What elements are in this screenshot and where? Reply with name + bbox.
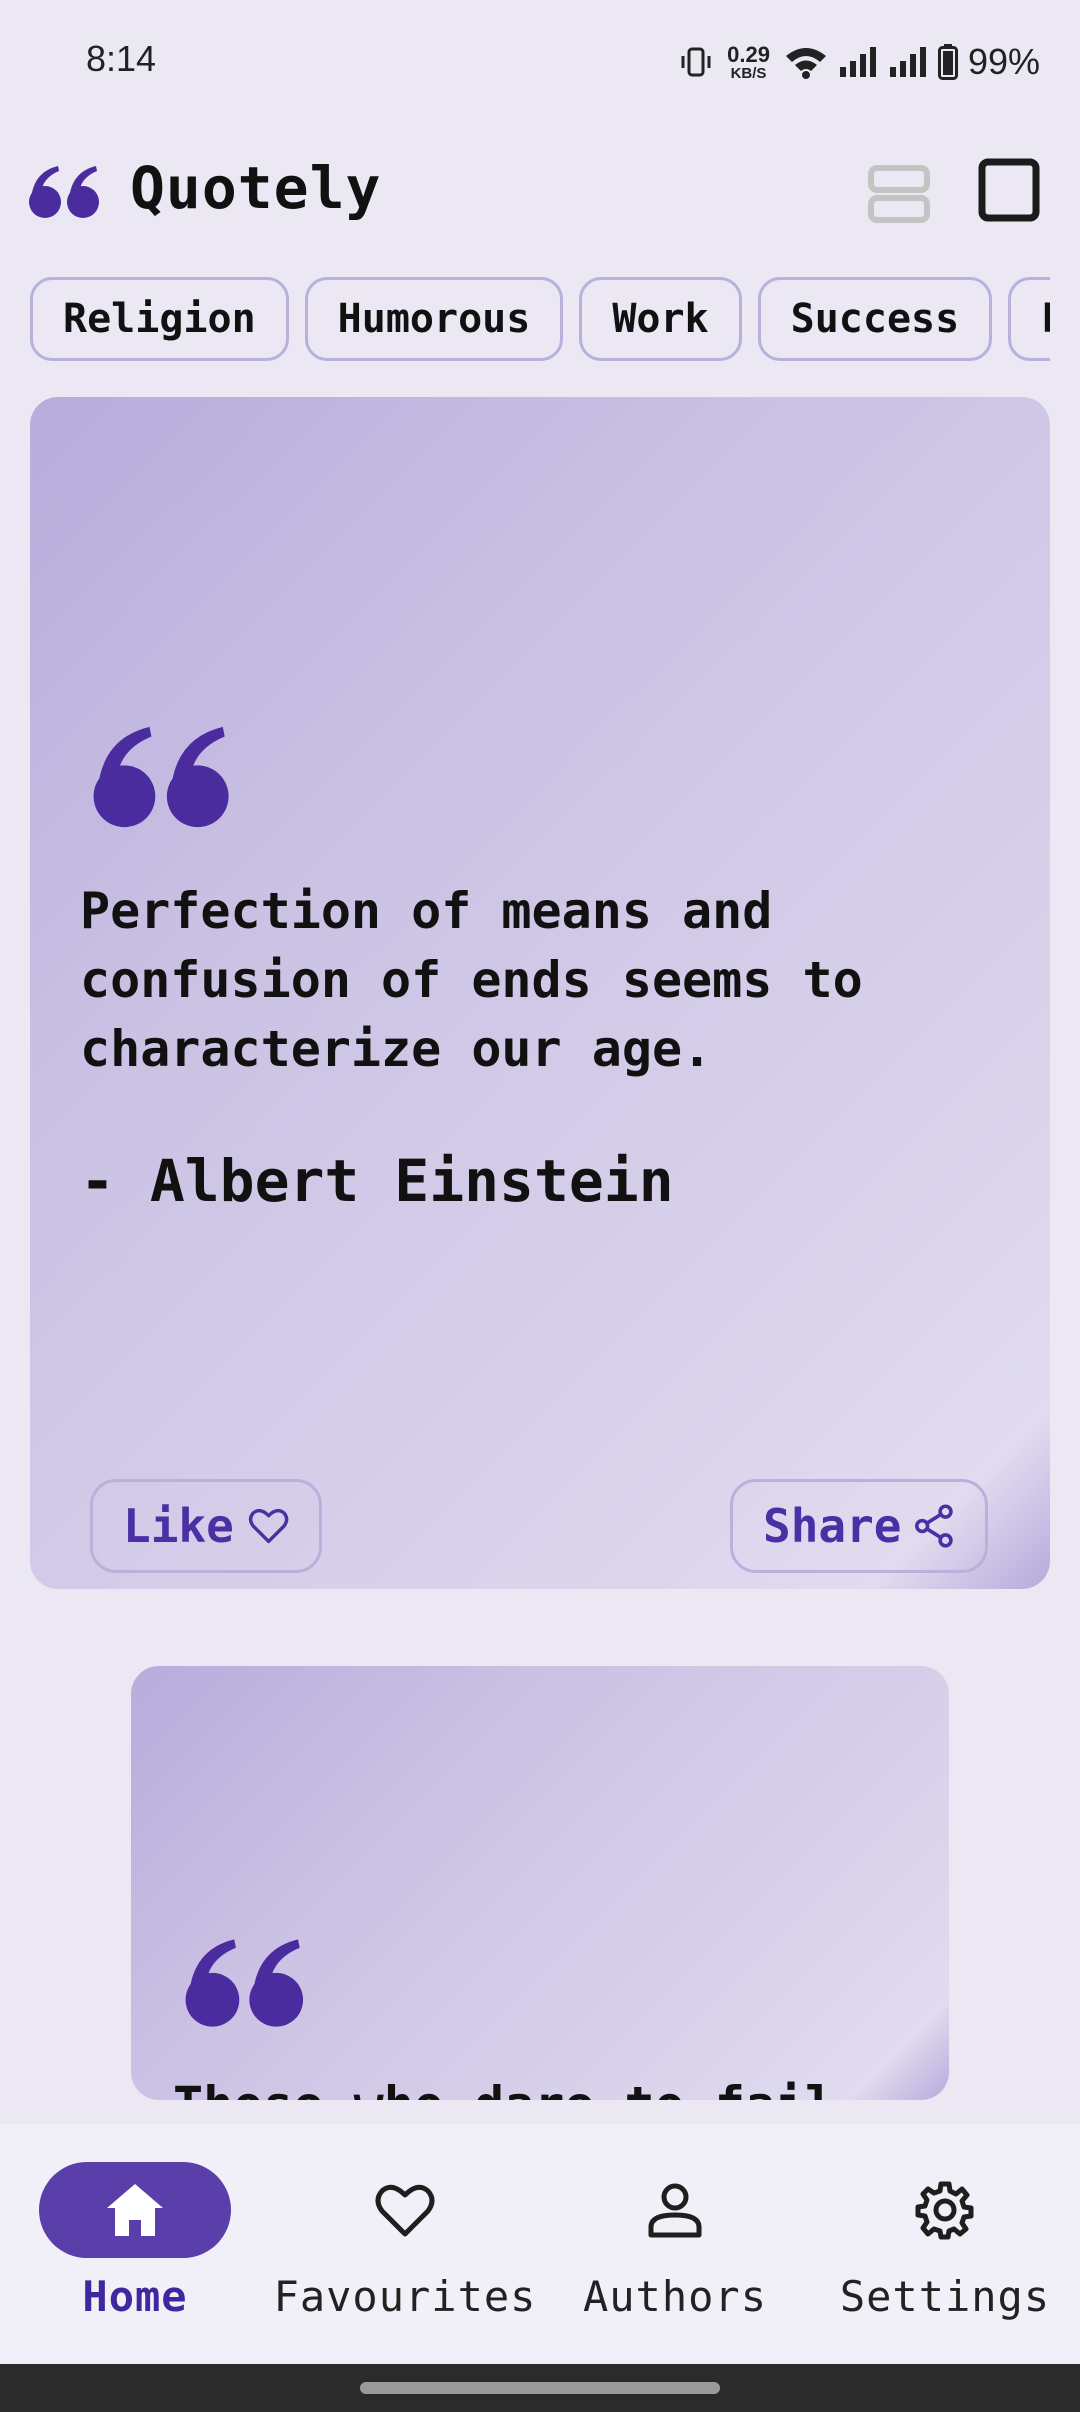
battery-icon — [937, 44, 958, 80]
like-label: Like — [123, 1499, 234, 1553]
battery-percentage: 99% — [967, 41, 1040, 82]
list-view-icon — [868, 165, 930, 223]
share-icon — [915, 1504, 954, 1548]
gear-icon — [915, 2181, 974, 2240]
card-view-button[interactable] — [978, 158, 1042, 222]
heart-icon — [375, 2184, 435, 2237]
nav-favourites[interactable]: Favourites — [270, 2162, 540, 2321]
list-view-button[interactable] — [866, 160, 934, 228]
nav-settings-label: Settings — [839, 2272, 1051, 2321]
gesture-handle[interactable] — [360, 2382, 720, 2394]
vibrate-icon — [681, 47, 711, 77]
share-label: Share — [763, 1499, 902, 1553]
card-view-icon — [978, 158, 1040, 222]
system-gesture-area — [0, 2364, 1080, 2412]
share-button[interactable]: Share — [730, 1479, 988, 1573]
nav-authors-pill — [579, 2162, 771, 2258]
status-bar: 8:14 0.29 KB/S 99% — [0, 0, 1080, 120]
nav-favourites-label: Favourites — [273, 2272, 537, 2321]
quote-text: Those who dare to fail — [173, 2076, 913, 2100]
network-speed-value: 0.29 — [727, 41, 770, 67]
quote-author: - Albert Einstein — [80, 1147, 674, 1215]
category-chips: Religion Humorous Work Success F — [30, 277, 1050, 369]
category-chip-work[interactable]: Work — [579, 277, 742, 361]
nav-settings[interactable]: Settings — [810, 2162, 1080, 2321]
category-chip-partial[interactable]: F — [1008, 277, 1050, 361]
category-chip-success[interactable]: Success — [757, 277, 993, 361]
wifi-icon — [785, 48, 826, 79]
nav-authors[interactable]: Authors — [540, 2162, 810, 2321]
app-title: Quotely — [130, 154, 382, 222]
home-icon — [107, 2184, 163, 2236]
bottom-navigation: Home Favourites Authors Settings — [0, 2124, 1080, 2364]
network-speed-unit: KB/S — [730, 64, 767, 82]
app-header: Quotely — [0, 140, 1080, 240]
nav-authors-label: Authors — [582, 2272, 767, 2321]
nav-home[interactable]: Home — [0, 2162, 270, 2321]
like-button[interactable]: Like — [90, 1479, 322, 1573]
status-time: 8:14 — [86, 38, 157, 79]
status-icons: 0.29 KB/S 99% — [679, 38, 1040, 86]
category-chip-humorous[interactable]: Humorous — [304, 277, 564, 361]
quote-icon — [93, 726, 229, 828]
heart-icon — [248, 1508, 289, 1544]
quote-icon — [29, 166, 99, 218]
category-chip-religion[interactable]: Religion — [30, 277, 289, 361]
signal-icon — [839, 47, 876, 77]
network-speed: 0.29 KB/S — [727, 41, 770, 82]
quote-text: Perfection of means and confusion of end… — [80, 882, 863, 1078]
quote-icon — [185, 1939, 304, 2027]
quote-card: Perfection of means and confusion of end… — [30, 397, 1050, 1589]
person-icon — [648, 2183, 702, 2238]
signal-icon — [889, 47, 926, 77]
nav-favourites-pill — [309, 2162, 501, 2258]
nav-home-pill — [39, 2162, 231, 2258]
nav-home-label: Home — [82, 2272, 188, 2321]
quote-card: Those who dare to fail — [131, 1666, 949, 2100]
nav-settings-pill — [849, 2162, 1041, 2258]
